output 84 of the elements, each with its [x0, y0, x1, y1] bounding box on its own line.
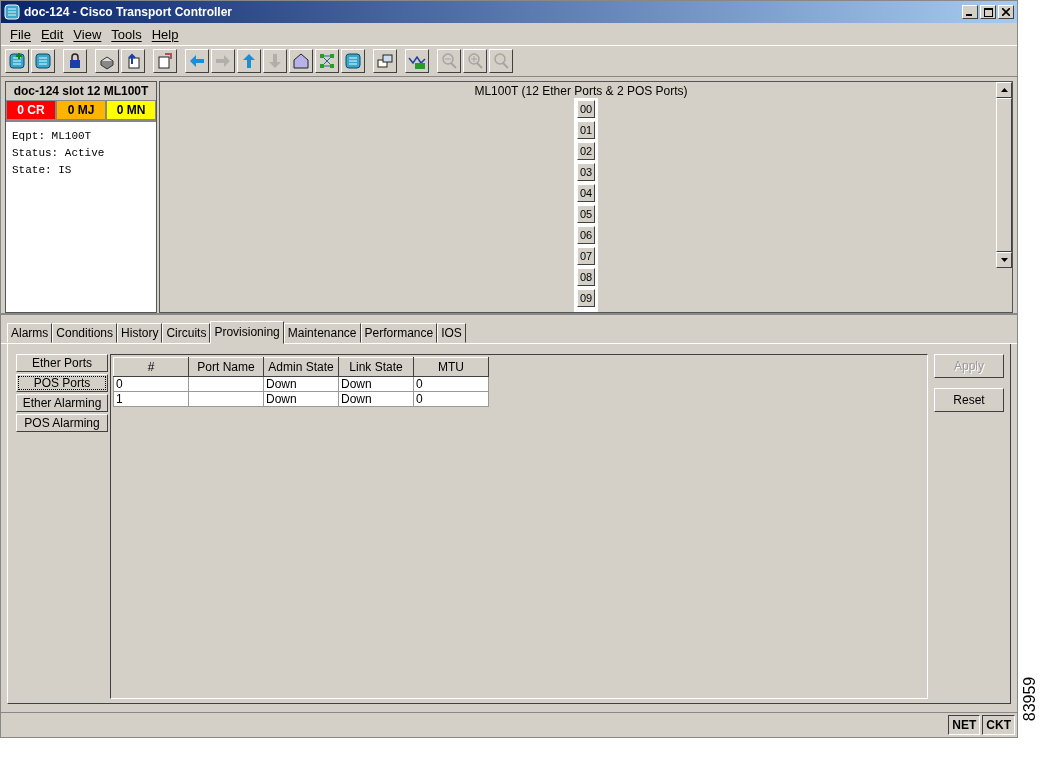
- sub-tab-button[interactable]: Ether Ports: [16, 354, 108, 372]
- toolbar-button[interactable]: [237, 49, 261, 73]
- tab[interactable]: Maintenance: [283, 323, 361, 343]
- port-button[interactable]: 05: [577, 205, 595, 223]
- card-view-title: ML100T (12 Ether Ports & 2 POS Ports): [474, 84, 688, 98]
- status-indicator[interactable]: CKT: [982, 715, 1015, 735]
- toolbar-button[interactable]: [95, 49, 119, 73]
- sub-tab-button[interactable]: POS Alarming: [16, 414, 108, 432]
- add-node-icon: [8, 52, 26, 70]
- tab[interactable]: Conditions: [52, 323, 118, 343]
- tab[interactable]: Provisioning: [210, 321, 284, 344]
- port-button[interactable]: 09: [577, 289, 595, 307]
- tab[interactable]: Circuits: [162, 323, 211, 343]
- menu-item[interactable]: File: [5, 26, 36, 42]
- table-cell: 0: [413, 376, 489, 392]
- column-header[interactable]: Admin State: [263, 357, 339, 377]
- maximize-button[interactable]: [980, 5, 996, 19]
- menu-item[interactable]: View: [68, 26, 107, 42]
- tab[interactable]: Alarms: [7, 323, 53, 343]
- toolbar-button[interactable]: [315, 49, 339, 73]
- column-header[interactable]: MTU: [413, 357, 489, 377]
- column-header[interactable]: Link State: [338, 357, 414, 377]
- table-cell: Down: [263, 391, 339, 407]
- node-icon: [344, 52, 362, 70]
- tab[interactable]: History: [117, 323, 163, 343]
- port-button[interactable]: 07: [577, 247, 595, 265]
- menu-item[interactable]: Edit: [35, 26, 69, 42]
- alarm-count: 0 MJ: [56, 100, 106, 120]
- close-icon: [1002, 8, 1010, 16]
- table-cell: Down: [338, 391, 414, 407]
- alarm-count: 0 MN: [106, 100, 156, 120]
- port-button[interactable]: 00: [577, 100, 595, 118]
- port-button[interactable]: 03: [577, 163, 595, 181]
- window-title: doc-124 - Cisco Transport Controller: [24, 5, 234, 19]
- app-icon: [4, 4, 20, 20]
- tab[interactable]: Performance: [360, 323, 438, 343]
- column-header[interactable]: #: [113, 357, 189, 377]
- network-icon: [318, 52, 336, 70]
- toolbar-button[interactable]: [405, 49, 429, 73]
- minimize-button[interactable]: [962, 5, 978, 19]
- toolbar-button[interactable]: [153, 49, 177, 73]
- port-button[interactable]: 01: [577, 121, 595, 139]
- toolbar-button[interactable]: [63, 49, 87, 73]
- port-button[interactable]: 02: [577, 142, 595, 160]
- info-line: Eqpt: ML100T: [12, 129, 93, 144]
- table-cell: Down: [338, 376, 414, 392]
- zoom-out-icon: [440, 52, 458, 70]
- table-cell: 1: [113, 391, 189, 407]
- alarm-count: 0 CR: [6, 100, 56, 120]
- toolbar-button[interactable]: [121, 49, 145, 73]
- port-button[interactable]: 06: [577, 226, 595, 244]
- toolbar-button[interactable]: [31, 49, 55, 73]
- table-cell: 0: [113, 376, 189, 392]
- zoom-in-icon: [466, 52, 484, 70]
- tab[interactable]: IOS: [437, 323, 466, 343]
- menu-item[interactable]: Tools: [106, 26, 147, 42]
- port-button[interactable]: 04: [577, 184, 595, 202]
- close-button[interactable]: [998, 5, 1014, 19]
- figure-number: 83959: [1021, 676, 1039, 722]
- info-line: State: IS: [12, 163, 73, 178]
- sub-tab-button[interactable]: POS Ports: [16, 374, 108, 392]
- scroll-down-icon: [1000, 258, 1008, 262]
- table-cell: Down: [263, 376, 339, 392]
- sub-tab-button[interactable]: Ether Alarming: [16, 394, 108, 412]
- zoom-area-icon: [492, 52, 510, 70]
- action-button[interactable]: Reset: [934, 388, 1004, 412]
- toolbar-button[interactable]: [289, 49, 313, 73]
- toolbar-button[interactable]: [373, 49, 397, 73]
- cards-icon: [376, 52, 394, 70]
- node-icon: [34, 52, 52, 70]
- toolbar-button[interactable]: [341, 49, 365, 73]
- scroll-up-icon: [1000, 88, 1008, 92]
- status-indicator[interactable]: NET: [948, 715, 981, 735]
- toolbar-button[interactable]: [185, 49, 209, 73]
- table-cell: 0: [413, 391, 489, 407]
- maximize-icon: [983, 7, 993, 17]
- info-line: Status: Active: [12, 146, 106, 161]
- menu-item[interactable]: Help: [146, 26, 184, 42]
- home-icon: [292, 52, 310, 70]
- right-icon: [214, 52, 232, 70]
- toolbar-button[interactable]: [5, 49, 29, 73]
- column-header[interactable]: Port Name: [188, 357, 264, 377]
- card-title: doc-124 slot 12 ML100T: [12, 83, 150, 100]
- port-button[interactable]: 08: [577, 268, 595, 286]
